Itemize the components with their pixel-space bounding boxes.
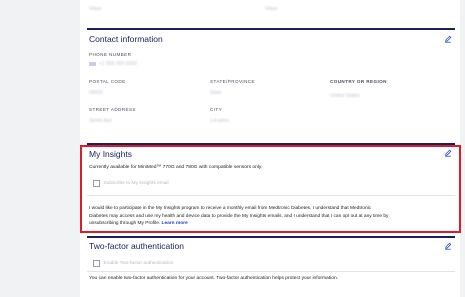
flag-icon: [89, 62, 96, 66]
twofactor-title: Two-factor authentication: [89, 241, 184, 251]
twofactor-enable-label: Enable Two-factor authentication: [103, 260, 174, 266]
insights-highlight-frame: [80, 145, 461, 233]
phone-label: PHONE NUMBER: [89, 52, 132, 57]
country-label: COUNTRY OR REGION: [330, 79, 387, 84]
street-label: STREET ADDRESS: [89, 107, 136, 112]
phone-value: +1 555 000 0000: [99, 61, 137, 67]
postal-value: 00000: [89, 90, 103, 96]
contact-card-top-border: [87, 28, 455, 30]
twofactor-checkbox-row[interactable]: Enable Two-factor authentication: [93, 260, 173, 267]
city-label: CITY: [210, 107, 223, 112]
country-value: United States: [330, 93, 361, 99]
top-value-left: Value: [89, 6, 102, 12]
edit-contact-icon[interactable]: [444, 35, 452, 43]
twofactor-card-top-border: [87, 236, 455, 238]
twofactor-divider: [87, 271, 455, 272]
twofactor-checkbox[interactable]: [93, 260, 100, 267]
contact-title: Contact information: [89, 34, 163, 44]
state-label: STATE/PROVINCE: [210, 79, 255, 84]
top-value-right: Value: [265, 6, 278, 12]
postal-label: POSTAL CODE: [89, 79, 126, 84]
street-value: Street Ave: [89, 118, 112, 124]
twofactor-description: You can enable two-factor authentication…: [89, 276, 339, 281]
state-value: State: [210, 90, 222, 96]
city-value: Location: [210, 118, 229, 124]
edit-twofactor-icon[interactable]: [444, 242, 452, 250]
